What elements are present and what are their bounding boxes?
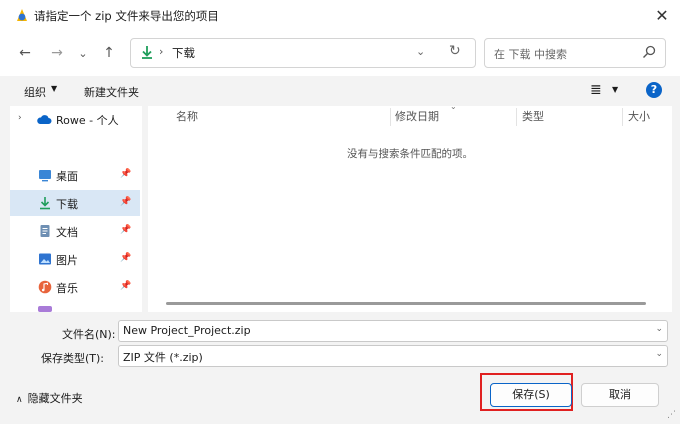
- pin-icon[interactable]: 📌: [120, 253, 131, 263]
- view-options-icon[interactable]: ≣: [590, 82, 602, 98]
- sidebar-item-label: 图片: [56, 254, 78, 267]
- breadcrumb-separator: ›: [159, 45, 164, 58]
- desktop-icon: [38, 168, 52, 182]
- organize-button[interactable]: 组织: [24, 84, 46, 100]
- up-arrow-icon[interactable]: ↑: [98, 42, 120, 64]
- sidebar-item-label: 文档: [56, 226, 78, 239]
- window-title: 请指定一个 zip 文件来导出您的项目: [34, 9, 219, 23]
- hide-folders-toggle[interactable]: ∧ 隐藏文件夹: [16, 390, 83, 406]
- title-bar: 请指定一个 zip 文件来导出您的项目 ✕: [0, 0, 680, 30]
- sidebar-item-onedrive[interactable]: › Rowe - 个人: [10, 106, 142, 132]
- download-icon: [139, 44, 155, 60]
- chevron-down-icon[interactable]: ⌄: [655, 349, 663, 359]
- cloud-icon: [36, 114, 52, 125]
- chevron-up-icon: ∧: [16, 395, 23, 405]
- breadcrumb[interactable]: 下载: [172, 45, 195, 61]
- hide-folders-label: 隐藏文件夹: [27, 392, 83, 405]
- sidebar-item-label: 桌面: [56, 170, 78, 183]
- new-folder-button[interactable]: 新建文件夹: [84, 84, 139, 100]
- filename-field[interactable]: New Project_Project.zip ⌄: [118, 320, 668, 342]
- sidebar-item-partial: [10, 306, 140, 312]
- column-header-date[interactable]: 修改日期: [387, 106, 513, 128]
- sidebar-item-label: 音乐: [56, 282, 78, 295]
- sidebar-item-pictures[interactable]: 图片 📌: [10, 246, 140, 272]
- refresh-icon[interactable]: ↻: [449, 43, 461, 59]
- download-icon: [38, 196, 52, 210]
- column-header-size[interactable]: 大小: [620, 106, 672, 128]
- app-icon: [14, 7, 30, 23]
- caret-down-icon[interactable]: ▼: [51, 84, 57, 93]
- sidebar-item-documents[interactable]: 文档 📌: [10, 218, 140, 244]
- save-button[interactable]: 保存(S): [490, 383, 572, 407]
- sidebar-item-desktop[interactable]: 桌面 📌: [10, 162, 140, 188]
- navigation-bar: ← → ⌄ ↑ › 下载 ⌄ ↻ 在 下载 中搜索: [0, 30, 680, 76]
- back-arrow-icon[interactable]: ←: [14, 42, 36, 64]
- filename-value[interactable]: New Project_Project.zip: [123, 324, 251, 337]
- chevron-down-icon[interactable]: ⌄: [416, 45, 425, 58]
- navigation-pane: › Rowe - 个人 桌面 📌 下载 📌 文档 📌 图片 📌 音乐 📌: [10, 106, 142, 312]
- help-icon[interactable]: ?: [646, 82, 662, 98]
- command-bar: 组织 ▼ 新建文件夹 ≣ ▼ ?: [0, 76, 680, 106]
- picture-icon: [38, 252, 52, 266]
- horizontal-scrollbar[interactable]: [166, 302, 646, 305]
- forward-arrow-icon[interactable]: →: [46, 42, 68, 64]
- filename-label: 文件名(N):: [62, 328, 116, 341]
- column-header-type[interactable]: 类型: [514, 106, 620, 128]
- filetype-select[interactable]: ZIP 文件 (*.zip) ⌄: [118, 345, 668, 367]
- search-input[interactable]: 在 下载 中搜索: [484, 38, 666, 68]
- chevron-down-icon[interactable]: ⌄: [655, 324, 663, 334]
- file-list: 名称 ⌄ 修改日期 类型 大小 没有与搜索条件匹配的项。: [148, 102, 672, 312]
- pin-icon[interactable]: 📌: [120, 169, 131, 179]
- cancel-button[interactable]: 取消: [581, 383, 659, 407]
- search-icon: [641, 44, 657, 60]
- sidebar-item-label: Rowe - 个人: [56, 114, 119, 127]
- video-icon: [38, 306, 52, 312]
- filetype-label: 保存类型(T):: [41, 352, 105, 365]
- music-icon: [38, 280, 52, 294]
- recent-locations-icon[interactable]: ⌄: [72, 42, 94, 64]
- pin-icon[interactable]: 📌: [120, 197, 131, 207]
- document-icon: [38, 224, 52, 238]
- empty-state-message: 没有与搜索条件匹配的项。: [347, 148, 473, 160]
- search-placeholder: 在 下载 中搜索: [494, 48, 567, 61]
- caret-down-icon[interactable]: ▼: [612, 85, 618, 94]
- chevron-right-icon[interactable]: ›: [18, 113, 22, 123]
- sidebar-item-downloads[interactable]: 下载 📌: [10, 190, 140, 216]
- sidebar-item-music[interactable]: 音乐 📌: [10, 274, 140, 300]
- column-header-name[interactable]: 名称: [168, 106, 390, 128]
- save-dialog: 请指定一个 zip 文件来导出您的项目 ✕ ← → ⌄ ↑ › 下载 ⌄ ↻ 在…: [0, 0, 680, 424]
- filetype-value: ZIP 文件 (*.zip): [123, 351, 203, 364]
- close-icon[interactable]: ✕: [644, 0, 680, 30]
- resize-grip-icon[interactable]: ⋰: [667, 410, 676, 420]
- pin-icon[interactable]: 📌: [120, 225, 131, 235]
- address-bar[interactable]: › 下载 ⌄ ↻: [130, 38, 476, 68]
- pin-icon[interactable]: 📌: [120, 281, 131, 291]
- sidebar-item-label: 下载: [56, 198, 78, 211]
